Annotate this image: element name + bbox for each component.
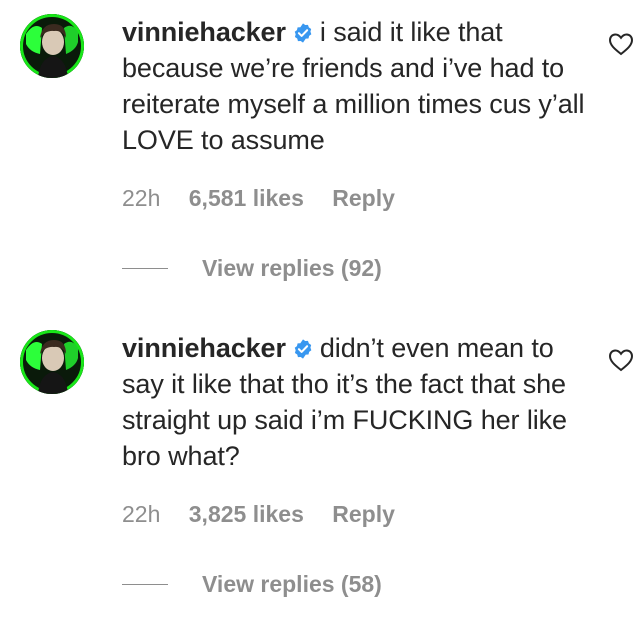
like-count[interactable]: 6,581 likes [189, 185, 304, 211]
reply-button[interactable]: Reply [332, 501, 395, 527]
view-replies-button[interactable]: View replies (92) [122, 253, 382, 283]
avatar-image [20, 14, 84, 78]
comment-text-block: vinniehacker i said it like that because… [122, 14, 592, 158]
like-count[interactable]: 3,825 likes [189, 501, 304, 527]
avatar[interactable] [20, 14, 84, 78]
comment-meta: 22h 3,825 likes Reply [122, 499, 417, 529]
view-replies-button[interactable]: View replies (58) [122, 569, 382, 599]
verified-badge-icon [294, 23, 312, 43]
divider-line [122, 583, 168, 585]
comment-meta: 22h 6,581 likes Reply [122, 183, 417, 213]
view-replies-label: View replies (92) [202, 255, 382, 281]
heart-outline-icon[interactable] [608, 348, 634, 372]
comment-text-block: vinniehacker didn’t even mean to say it … [122, 330, 592, 474]
timestamp: 22h [122, 501, 161, 527]
heart-outline-icon[interactable] [608, 32, 634, 56]
avatar[interactable] [20, 330, 84, 394]
verified-badge-icon [294, 339, 312, 359]
reply-button[interactable]: Reply [332, 185, 395, 211]
divider-line [122, 267, 168, 269]
username[interactable]: vinniehacker [122, 333, 286, 363]
avatar-image [20, 330, 84, 394]
view-replies-label: View replies (58) [202, 571, 382, 597]
username[interactable]: vinniehacker [122, 17, 286, 47]
timestamp: 22h [122, 185, 161, 211]
